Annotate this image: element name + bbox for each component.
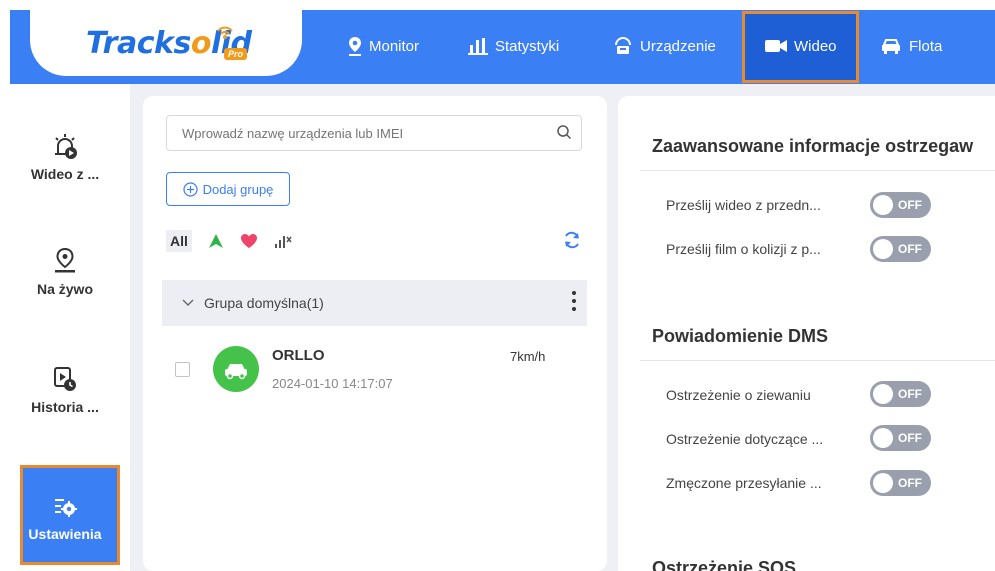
nav-wideo[interactable]: Wideo [765,34,837,58]
setting-label-front-video: Prześlij wideo z przedn... [666,197,821,213]
section-divider [640,170,995,171]
nav-monitor[interactable]: Monitor [348,34,419,58]
section-divider [640,360,995,361]
plus-circle-icon [182,181,198,197]
more-vertical-icon[interactable] [570,290,578,312]
toggle-collision-video[interactable]: OFF [870,236,931,262]
nav-flota-label: Flota [909,37,943,55]
add-group-label: Dodaj grupę [202,181,274,197]
nav-urzadzenie[interactable]: Urządzenie [613,34,716,58]
toggle-state: OFF [898,242,922,256]
setting-label-warning-regarding: Ostrzeżenie dotyczące ... [666,431,824,447]
toggle-knob [873,473,893,493]
toggle-knob [873,195,893,215]
device-list-panel [143,96,607,571]
section-title-advanced-warning: Zaawansowane informacje ostrzegaw [652,136,974,156]
toggle-yawning[interactable]: OFF [870,381,931,407]
toggle-warning-regarding[interactable]: OFF [870,425,931,451]
toggle-fatigue-upload[interactable]: OFF [870,470,931,496]
nav-statystyki[interactable]: Statystyki [468,34,559,58]
setting-label-collision-video: Prześlij film o kolizji z p... [666,241,821,257]
sidebar-item-history[interactable]: Historia ... [0,365,130,415]
device-filters: All [166,230,292,252]
setting-label-yawning: Ostrzeżenie o ziewaniu [666,387,811,403]
car-icon [225,364,247,380]
nav-urzadzenie-label: Urządzenie [640,37,716,55]
toggle-state: OFF [898,387,922,401]
moving-arrow-icon[interactable] [208,233,224,249]
sidebar-item-live-label: Na żywo [36,281,93,297]
sidebar-item-live[interactable]: Na żywo [0,247,130,297]
alarm-video-icon [55,134,77,159]
car-icon [882,39,900,54]
bar-chart-icon [468,38,488,55]
video-camera-icon [765,40,787,52]
signal-icon [217,26,233,39]
group-header[interactable]: Grupa domyślna(1) [162,280,587,326]
chevron-down-icon [182,299,194,306]
device-speed: 7km/h [510,349,546,364]
add-group-button[interactable]: Dodaj grupę [166,172,290,206]
sidebar-item-history-label: Historia ... [31,399,99,415]
sidebar-item-alarm-video[interactable]: Wideo z ... [0,132,130,182]
sidebar-item-settings-content[interactable]: Ustawienia [0,494,130,542]
settings-gear-icon [55,499,77,517]
device-search-input[interactable] [166,115,582,151]
sidebar-item-settings-label: Ustawienia [28,526,102,542]
search-icon[interactable] [556,124,572,140]
toggle-front-video[interactable]: OFF [870,192,931,218]
device-name[interactable]: ORLLO [272,347,325,364]
device-timestamp: 2024-01-10 14:17:07 [272,376,393,391]
refresh-icon[interactable] [562,230,582,250]
filter-all[interactable]: All [166,230,192,252]
section-title-sos: Ostrzeżenie SOS [652,558,797,571]
sidebar-item-alarm-video-label: Wideo z ... [30,166,100,182]
toggle-state: OFF [898,198,922,212]
toggle-knob [873,428,893,448]
nav-statystyki-label: Statystyki [495,37,560,55]
toggle-state: OFF [898,431,922,445]
toggle-knob [873,239,893,259]
toggle-state: OFF [898,476,922,490]
nav-monitor-label: Monitor [369,37,420,55]
setting-label-fatigue-upload: Zmęczone przesyłanie ... [666,475,822,491]
device-icon [615,37,631,54]
location-pin-icon [349,37,361,56]
top-bar: Tracksolid Pro Monitor Statystyki Urządz… [0,0,995,84]
section-title-dms: Powiadomienie DMS [652,326,829,346]
nav-flota[interactable]: Flota [880,34,942,58]
nav-wideo-label: Wideo [794,37,837,55]
pro-badge: Pro [224,48,248,60]
live-pin-icon [55,247,75,273]
history-play-icon [54,367,76,391]
device-checkbox[interactable] [175,362,190,377]
heart-icon[interactable] [240,233,258,249]
device-status-avatar [213,346,259,392]
toggle-knob [873,384,893,404]
offline-signal-icon[interactable] [274,233,292,249]
group-name: Grupa domyślna(1) [204,295,324,311]
